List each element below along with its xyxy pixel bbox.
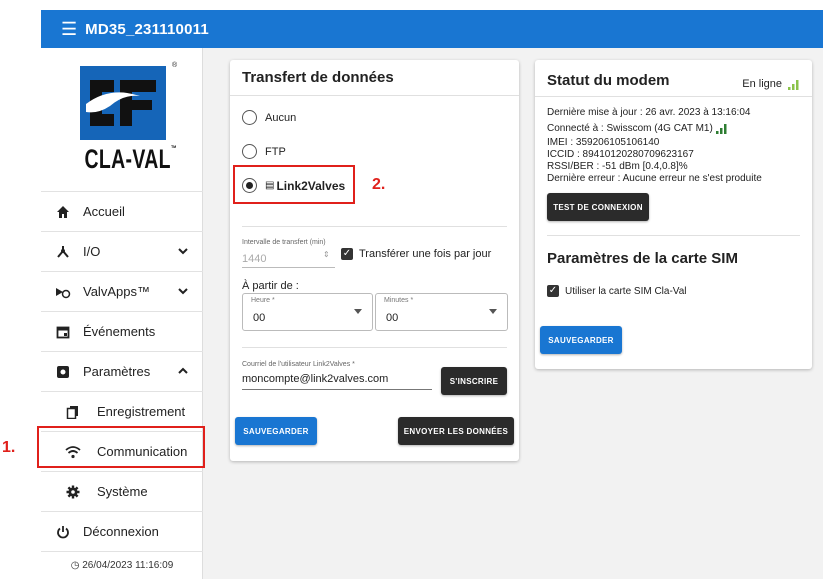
- sidebar-item-accueil[interactable]: Accueil: [41, 191, 203, 231]
- annotation-1: 1.: [2, 439, 16, 456]
- imei: IMEI : 359206105106140: [547, 137, 660, 148]
- divider: [535, 96, 812, 97]
- sidebar-item-valvapps[interactable]: ValvApps™: [41, 271, 203, 311]
- cla-val-logo-mark: [80, 66, 166, 140]
- stepper-icon[interactable]: ⇕: [323, 250, 330, 259]
- signup-button[interactable]: S'INSCRIRE: [441, 367, 507, 395]
- sidebar-item-label: Enregistrement: [97, 404, 186, 419]
- sidebar-item-label: I/O: [83, 244, 101, 259]
- highlight-communication: [37, 426, 205, 468]
- modem-status: En ligne: [742, 78, 800, 90]
- caret-down-icon: [489, 309, 497, 314]
- checkbox-checked-icon[interactable]: ✓: [547, 285, 559, 297]
- signal-icon: [715, 124, 727, 134]
- sim-checkbox[interactable]: ✓ Utiliser la carte SIM Cla-Val: [547, 285, 687, 297]
- radio-label: FTP: [265, 145, 286, 158]
- sidebar-item-label: Système: [97, 484, 148, 499]
- interval-input[interactable]: 1440: [242, 253, 266, 265]
- clock-icon: ◷: [70, 560, 80, 571]
- hour-label: Heure *: [251, 297, 275, 304]
- interval-label: Intervalle de transfert (min): [242, 239, 326, 246]
- user-email-input[interactable]: moncompte@link2valves.com: [242, 373, 388, 385]
- sidebar-item-deconnexion[interactable]: Déconnexion: [41, 511, 203, 551]
- save-sim-button[interactable]: SAUVEGARDER: [540, 326, 622, 354]
- sidebar: ® CLA-VAL™ Accueil I/O ValvApps™ Événeme…: [41, 48, 203, 579]
- modem-title: Statut du modem: [547, 72, 670, 89]
- sidebar-item-label: Paramètres: [83, 364, 151, 379]
- chevron-up-icon[interactable]: [177, 365, 189, 377]
- user-email-label: Courriel de l'utilisateur Link2Valves *: [242, 361, 355, 368]
- radio-aucun[interactable]: Aucun: [242, 110, 296, 125]
- io-icon: [55, 244, 71, 260]
- radio-ftp[interactable]: FTP: [242, 144, 286, 159]
- connected-to: Connecté à : Swisscom (4G CAT M1): [547, 123, 728, 134]
- transfer-card: Transfert de données Aucun FTP ▤ Link2Va…: [230, 60, 519, 461]
- divider: [242, 226, 507, 227]
- cla-val-logo: ® CLA-VAL™: [76, 62, 181, 182]
- app-bar: ☰ MD35_231110011: [41, 10, 823, 48]
- send-data-button[interactable]: ENVOYER LES DONNÉES: [398, 417, 514, 445]
- once-per-day-label: Transférer une fois par jour: [359, 248, 492, 260]
- iccid: ICCID : 89410120280709623167: [547, 149, 694, 160]
- divider: [242, 347, 507, 348]
- radio-button[interactable]: [242, 144, 257, 159]
- calendar-icon: [55, 324, 71, 340]
- sidebar-item-label: ValvApps™: [83, 284, 150, 299]
- from-label: À partir de :: [242, 280, 299, 292]
- transfer-card-header: Transfert de données: [230, 60, 519, 96]
- signal-icon: [788, 79, 799, 90]
- power-icon: [55, 524, 71, 540]
- gear-icon: [65, 484, 81, 500]
- divider: [547, 235, 800, 236]
- sidebar-datetime: ◷ 26/04/2023 11:16:09: [41, 551, 203, 579]
- brand-name: CLA-VAL™: [84, 144, 177, 174]
- status-text: En ligne: [742, 78, 782, 90]
- sidebar-item-evenements[interactable]: Événements: [41, 311, 203, 351]
- last-error: Dernière erreur : Aucune erreur ne s'est…: [547, 173, 762, 184]
- sidebar-item-enregistrement[interactable]: Enregistrement: [41, 391, 203, 431]
- last-update: Dernière mise à jour : 26 avr. 2023 à 13…: [547, 107, 751, 118]
- caret-down-icon: [354, 309, 362, 314]
- transfer-title: Transfert de données: [242, 69, 394, 86]
- sidebar-item-label: Déconnexion: [83, 524, 159, 539]
- chevron-down-icon[interactable]: [177, 285, 189, 297]
- hour-select[interactable]: Heure * 00: [242, 293, 373, 331]
- home-icon: [55, 204, 71, 220]
- sidebar-item-label: Accueil: [83, 204, 125, 219]
- minutes-value: 00: [386, 312, 399, 324]
- device-title: MD35_231110011: [85, 20, 209, 38]
- user-email-underline: [242, 389, 432, 390]
- annotation-2: 2.: [372, 176, 386, 193]
- interval-underline: [242, 267, 335, 268]
- sim-checkbox-label: Utiliser la carte SIM Cla-Val: [565, 285, 687, 297]
- radio-button[interactable]: [242, 110, 257, 125]
- valvapps-icon: [55, 284, 71, 300]
- highlight-link2valves: [233, 165, 355, 204]
- hour-value: 00: [253, 312, 266, 324]
- chevron-down-icon[interactable]: [177, 245, 189, 257]
- settings-icon: [55, 364, 71, 380]
- save-button[interactable]: SAUVEGARDER: [235, 417, 317, 445]
- modem-card: Statut du modem En ligne Dernière mise à…: [535, 60, 812, 369]
- radio-label: Aucun: [265, 111, 297, 124]
- once-per-day-checkbox[interactable]: ✓ Transférer une fois par jour: [341, 248, 491, 260]
- sidebar-item-io[interactable]: I/O: [41, 231, 203, 271]
- sidebar-item-systeme[interactable]: Système: [41, 471, 203, 511]
- copy-icon: [65, 404, 81, 420]
- registered-mark: ®: [172, 62, 178, 69]
- checkbox-checked-icon[interactable]: ✓: [341, 248, 353, 260]
- minutes-select[interactable]: Minutes * 00: [375, 293, 508, 331]
- menu-icon[interactable]: ☰: [61, 20, 77, 38]
- rssi-ber: RSSI/BER : -51 dBm [0.4,0.8]%: [547, 161, 688, 172]
- sidebar-item-label: Événements: [83, 324, 156, 339]
- sidebar-item-parametres[interactable]: Paramètres: [41, 351, 203, 391]
- test-connection-button[interactable]: TEST DE CONNEXION: [547, 193, 649, 221]
- sim-title: Paramètres de la carte SIM: [547, 250, 738, 267]
- minutes-label: Minutes *: [384, 297, 414, 304]
